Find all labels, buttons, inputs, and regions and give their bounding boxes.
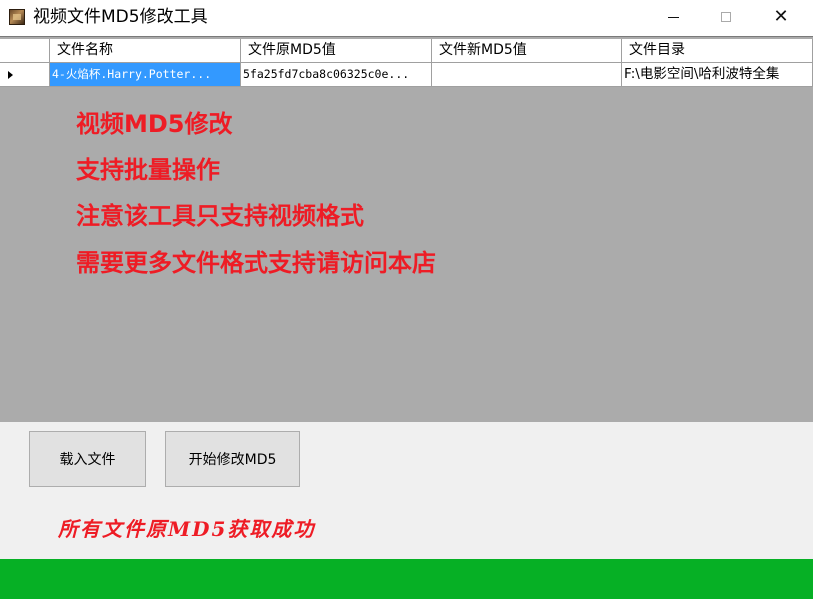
cell-directory[interactable]: F:\电影空间\哈利波特全集	[622, 63, 813, 87]
cell-new-md5[interactable]	[432, 63, 622, 87]
title-bar: 视频文件MD5修改工具 ✕	[0, 0, 813, 36]
status-message: 所有文件原MD5获取成功	[58, 517, 316, 541]
window-title: 视频文件MD5修改工具	[33, 7, 208, 27]
column-header-filename[interactable]: 文件名称	[50, 39, 241, 63]
app-icon	[9, 9, 25, 25]
cell-filename[interactable]: 4-火焰杯.Harry.Potter...	[50, 63, 241, 87]
grid-header: 文件名称 文件原MD5值 文件新MD5值 文件目录	[0, 39, 813, 63]
column-header-directory[interactable]: 文件目录	[622, 39, 813, 63]
row-header[interactable]	[0, 63, 50, 87]
column-header-new-md5[interactable]: 文件新MD5值	[432, 39, 622, 63]
table-row[interactable]: 4-火焰杯.Harry.Potter... 5fa25fd7cba8c06325…	[0, 63, 813, 87]
close-icon: ✕	[773, 6, 789, 27]
current-row-arrow-icon	[8, 71, 13, 79]
file-grid[interactable]: 文件名称 文件原MD5值 文件新MD5值 文件目录 4-火焰杯.Harry.Po…	[0, 36, 813, 422]
promo-line-2: 支持批量操作	[76, 156, 220, 184]
close-button[interactable]: ✕	[758, 0, 804, 34]
row-header-corner	[0, 39, 50, 63]
promo-line-1: 视频MD5修改	[76, 110, 233, 138]
start-modify-md5-button[interactable]: 开始修改MD5	[165, 431, 300, 487]
promo-line-4: 需要更多文件格式支持请访问本店	[76, 249, 436, 277]
column-header-original-md5[interactable]: 文件原MD5值	[241, 39, 432, 63]
maximize-button[interactable]	[703, 0, 749, 34]
load-file-button[interactable]: 载入文件	[29, 431, 146, 487]
minimize-button[interactable]	[650, 0, 696, 34]
minimize-icon	[667, 16, 679, 18]
cell-original-md5[interactable]: 5fa25fd7cba8c06325c0e...	[241, 63, 432, 87]
progress-bar	[0, 559, 813, 599]
promo-line-3: 注意该工具只支持视频格式	[76, 202, 364, 230]
progress-fill	[0, 559, 813, 599]
maximize-icon	[721, 12, 731, 22]
